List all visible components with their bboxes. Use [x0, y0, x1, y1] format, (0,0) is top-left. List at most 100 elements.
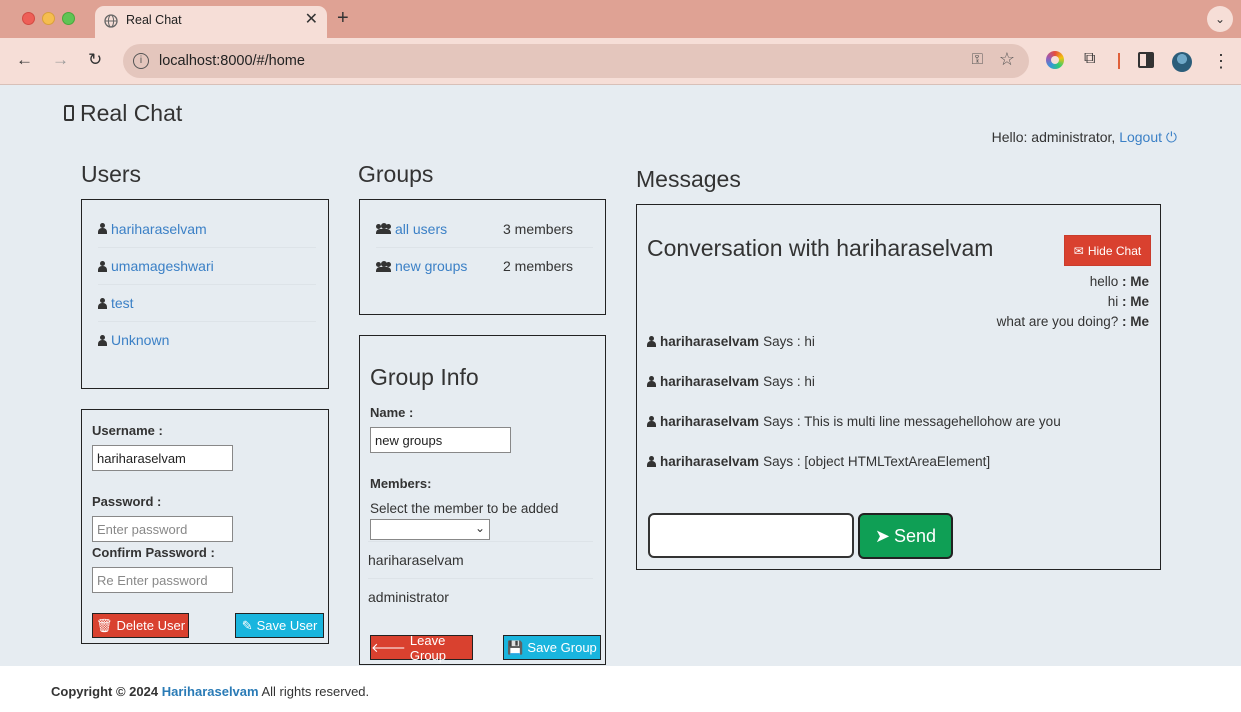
message-sender: hariharaselvam [660, 374, 760, 389]
group-link[interactable]: new groups [395, 258, 503, 274]
leave-group-label: Leave Group [409, 632, 447, 663]
footer-text: Copyright © 2024 Hariharaselvam All righ… [51, 684, 369, 699]
message-text: Says : This is multi line messagehelloho… [763, 414, 1061, 429]
arrow-left-icon: 🡐 [371, 639, 406, 655]
user-link[interactable]: test [111, 295, 134, 311]
group-name-input[interactable] [370, 427, 511, 453]
mobile-phone-icon [64, 105, 74, 121]
browser-toolbar: ← → ↻ i localhost:8000/#/home ⚿ ☆ ⧉ [0, 38, 1241, 85]
delete-user-button[interactable]: 🗑 Delete User [92, 613, 189, 638]
member-name: administrator [368, 589, 449, 605]
profile-avatar[interactable] [1172, 52, 1192, 72]
received-message: hariharaselvam Says : This is multi line … [647, 414, 1061, 429]
confirm-password-input[interactable] [92, 567, 233, 593]
delete-user-label: Delete User [116, 618, 186, 633]
sent-message: what are you doing? : Me [997, 314, 1149, 329]
save-user-button[interactable]: ✎ Save User [235, 613, 324, 638]
globe-icon [104, 14, 118, 28]
sent-message-sender: : Me [1122, 294, 1149, 309]
member-item: hariharaselvam [368, 541, 593, 578]
envelope-icon: ✉ [1073, 243, 1084, 258]
user-icon [647, 456, 656, 467]
password-input[interactable] [92, 516, 233, 542]
chevron-down-icon: ⌄ [474, 521, 485, 535]
footer: Copyright © 2024 Hariharaselvam All righ… [0, 666, 1241, 712]
reload-icon[interactable]: ↻ [88, 50, 102, 70]
chat-panel: Conversation with hariharaselvam ✉ Hide C… [636, 204, 1161, 570]
leave-group-button[interactable]: 🡐 Leave Group [370, 632, 473, 663]
browser-titlebar: Real Chat ✕ + ⌄ [0, 0, 1241, 39]
sent-message-sender: : Me [1122, 274, 1149, 289]
hide-chat-button[interactable]: ✉ Hide Chat [1064, 235, 1151, 266]
extensions-puzzle-icon[interactable]: ⧉ [1084, 50, 1102, 68]
sent-message: hello : Me [1090, 274, 1149, 289]
users-list: hariharaselvam umamageshwari test Unknow… [81, 199, 329, 389]
group-member-count: 2 members [503, 258, 574, 274]
received-message: hariharaselvam Says : hi [647, 374, 815, 389]
user-item[interactable]: test [98, 284, 316, 321]
group-info-title: Group Info [370, 364, 479, 390]
groups-title: Groups [358, 161, 434, 187]
paper-plane-icon: ➤ [874, 525, 891, 546]
brand[interactable]: Real Chat [64, 100, 182, 127]
save-user-label: Save User [256, 618, 318, 633]
hello-text: Hello: administrator, [991, 129, 1116, 145]
rights-text: All rights reserved. [261, 684, 370, 699]
group-member-count: 3 members [503, 220, 574, 237]
group-item[interactable]: new groups 2 members [376, 247, 593, 284]
user-link[interactable]: umamageshwari [111, 258, 214, 274]
key-icon[interactable]: ⚿ [972, 51, 983, 68]
user-link[interactable]: Unknown [111, 332, 169, 348]
logout-link[interactable]: Logout ⏻ [1119, 129, 1177, 145]
group-info-panel: Group Info Name : Members: Select the me… [359, 335, 606, 665]
forward-arrow-icon[interactable]: → [52, 50, 69, 70]
author-link[interactable]: Hariharaselvam [162, 684, 259, 699]
window-maximize-button[interactable] [62, 12, 75, 25]
user-icon [98, 334, 107, 346]
window-close-button[interactable] [22, 12, 35, 25]
group-name-label: Name : [370, 405, 414, 420]
sent-message-text: hi [1107, 294, 1119, 309]
member-select[interactable]: ⌄ [370, 519, 490, 540]
user-icon [647, 376, 656, 387]
groups-list: all users 3 members new groups 2 members [359, 199, 606, 315]
message-text: Says : hi [763, 374, 815, 389]
address-url[interactable]: localhost:8000/#/home [159, 53, 305, 69]
password-label: Password : [92, 494, 162, 509]
conversation-title: Conversation with hariharaselvam [647, 235, 994, 261]
new-tab-button[interactable]: + [337, 7, 349, 29]
user-item[interactable]: hariharaselvam [98, 210, 316, 247]
side-panel-icon[interactable] [1138, 52, 1154, 68]
browser-tab[interactable]: Real Chat ✕ [95, 6, 327, 39]
message-text: Says : [object HTMLTextAreaElement] [763, 454, 991, 469]
site-info-icon[interactable]: i [133, 53, 149, 69]
browser-menu-icon[interactable]: ⋮ [1212, 51, 1230, 71]
user-item[interactable]: umamageshwari [98, 247, 316, 284]
message-text: Says : hi [763, 334, 815, 349]
user-link[interactable]: hariharaselvam [111, 221, 207, 237]
color-picker-extension-icon[interactable] [1046, 51, 1064, 69]
tab-search-chevron-icon[interactable]: ⌄ [1207, 6, 1233, 32]
member-name: hariharaselvam [368, 552, 464, 568]
received-message: hariharaselvam Says : hi [647, 334, 815, 349]
tab-close-icon[interactable]: ✕ [305, 11, 318, 29]
user-icon [98, 223, 107, 234]
address-bar[interactable]: i localhost:8000/#/home ⚿ ☆ [123, 44, 1029, 78]
send-button[interactable]: ➤ Send [858, 513, 953, 559]
member-item: administrator [368, 578, 593, 615]
user-icon [98, 260, 107, 272]
message-input[interactable] [648, 513, 854, 558]
logout-label: Logout [1119, 129, 1163, 145]
bookmark-star-icon[interactable]: ☆ [999, 49, 1015, 70]
window-minimize-button[interactable] [42, 12, 55, 25]
sent-message-sender: : Me [1122, 314, 1149, 329]
user-item[interactable]: Unknown [98, 321, 316, 358]
username-input[interactable] [92, 445, 233, 471]
users-title: Users [81, 161, 142, 187]
group-link[interactable]: all users [395, 221, 503, 237]
username-label: Username : [92, 423, 163, 438]
back-arrow-icon[interactable]: ← [16, 50, 33, 70]
received-message: hariharaselvam Says : [object HTMLTextAre… [647, 454, 990, 469]
group-item[interactable]: all users 3 members [376, 210, 593, 247]
save-group-button[interactable]: 💾 Save Group [503, 635, 601, 660]
